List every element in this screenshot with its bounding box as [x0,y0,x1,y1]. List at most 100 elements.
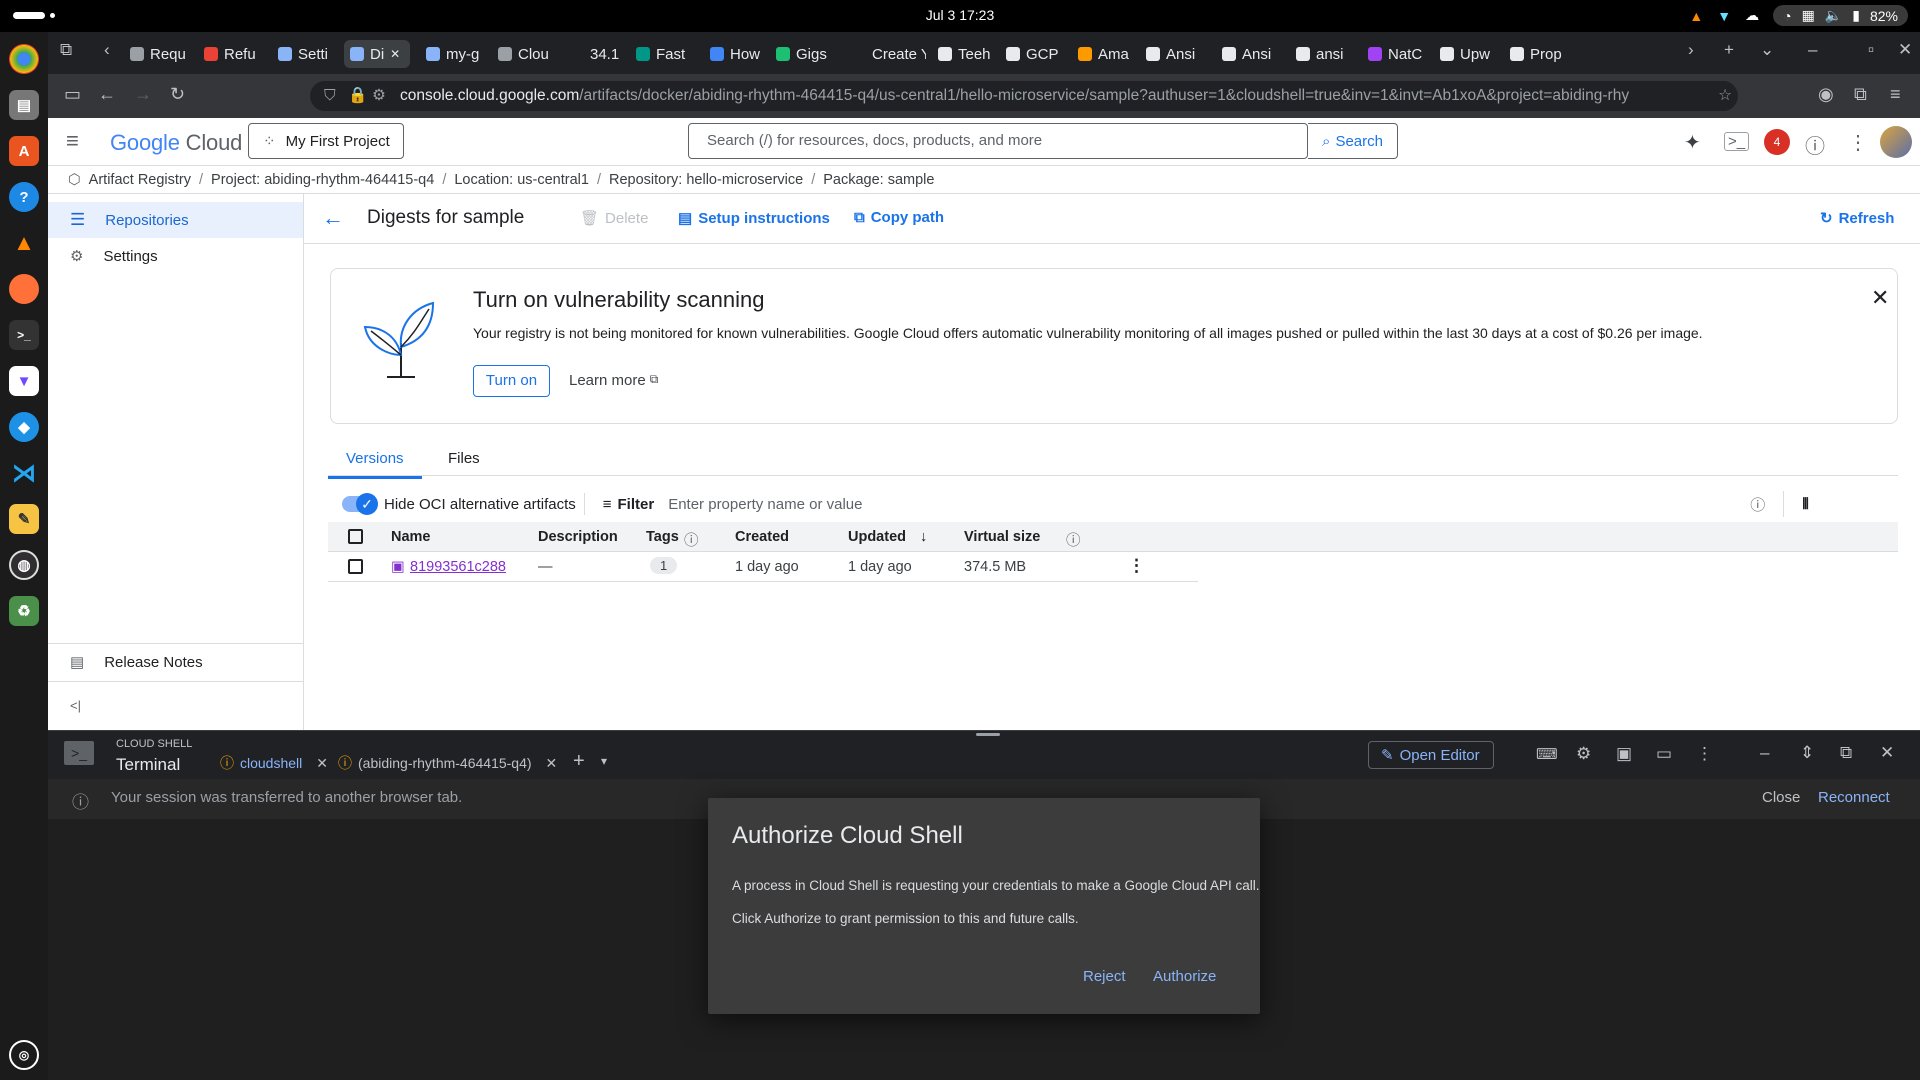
shell-tab-project[interactable]: ⓘ (abiding-rhythm-464415-q4) ✕ [338,753,557,773]
maximize-shell-icon[interactable]: ⇕ [1800,743,1814,763]
firefox-icon[interactable] [9,274,39,304]
row-actions-icon[interactable]: ⋮ [1128,556,1145,576]
open-new-window-icon[interactable]: ⧉ [1840,743,1852,763]
text-editor-icon[interactable]: ✎ [9,504,39,534]
breadcrumb-location[interactable]: Location: us-central1 [454,172,589,188]
layout-icon[interactable]: ▭ [1656,744,1672,764]
shell-tab-cloudshell[interactable]: ⓘ cloudshell ✕ [216,753,332,781]
files-icon[interactable]: ▤ [9,90,39,120]
learn-more-link[interactable]: Learn more ⧉ [569,372,658,389]
col-updated[interactable]: Updated [848,529,906,545]
keyboard-icon[interactable]: ⌨ [1536,745,1558,763]
sidebar-toggle-icon[interactable]: ▭ [64,84,81,105]
site-settings-icon[interactable]: ⚙ [372,81,386,111]
column-help-icon[interactable]: ⓘ [1750,494,1765,515]
browser-tab[interactable]: Fast [630,40,696,68]
setup-instructions-button[interactable]: ▤ Setup instructions [678,209,830,228]
tab-search-icon[interactable]: ⧉ [60,40,72,60]
col-tags[interactable]: Tags [646,529,679,545]
resize-handle[interactable] [976,733,1000,736]
hide-oci-toggle[interactable]: ✓ [342,493,378,515]
extensions-icon[interactable]: ⧉ [1854,84,1867,105]
system-clock[interactable]: Jul 3 17:23 [0,7,1920,23]
app-center-icon[interactable]: A [9,136,39,166]
vscode-icon[interactable]: ⋊ [9,458,39,488]
col-name[interactable]: Name [391,529,431,545]
tags-help-icon[interactable]: ⓘ [684,529,699,550]
authorize-button[interactable]: Authorize [1153,968,1216,985]
show-apps-icon[interactable]: ◎ [9,1040,39,1070]
minimize-shell-icon[interactable]: – [1760,743,1769,763]
close-tab-icon[interactable]: ✕ [546,755,558,772]
turn-on-button[interactable]: Turn on [473,365,550,397]
browser-tab[interactable]: Prop [1504,40,1576,68]
gemini-icon[interactable]: ✦ [1684,130,1701,155]
shell-more-icon[interactable]: ⋮ [1696,744,1713,764]
docker-tray-icon[interactable]: ☁ [1745,7,1759,24]
browser-tab[interactable]: Refu [198,40,264,68]
sidebar-item-repositories[interactable]: ☰ Repositories [48,202,303,238]
browser-tab[interactable]: ansi [1290,40,1354,68]
sidebar-item-settings[interactable]: ⚙ Settings [48,238,303,274]
main-menu-icon[interactable]: ≡ [66,128,79,154]
avatar[interactable] [1880,126,1912,158]
browser-tab[interactable]: GCP [1000,40,1064,68]
forward-icon[interactable]: → [134,84,152,105]
reject-button[interactable]: Reject [1083,968,1126,985]
browser-tab[interactable]: my-g [420,40,484,68]
google-cloud-logo[interactable]: Google Cloud [110,130,242,156]
digest-link[interactable]: 81993561c288 [410,559,506,575]
browser-tab[interactable]: How [704,40,762,68]
browser-tab[interactable]: Ansi [1140,40,1206,68]
filter-label[interactable]: Filter [618,496,655,513]
reconnect-button[interactable]: Reconnect [1818,789,1890,806]
more-options-icon[interactable]: ⋮ [1848,130,1868,155]
filter-input[interactable]: Enter property name or value [668,496,1708,513]
browser-tab[interactable]: Gigs [770,40,838,68]
proton-vpn-icon[interactable]: ▼ [9,366,39,396]
browser-tab[interactable]: Clou [492,40,556,68]
breadcrumb-project[interactable]: Project: abiding-rhythm-464415-q4 [211,172,434,188]
close-info-button[interactable]: Close [1762,789,1800,806]
minimize-window-icon[interactable]: – [1808,40,1817,60]
tab-dropdown-icon[interactable]: ▾ [601,754,607,768]
open-editor-button[interactable]: ✎ Open Editor [1368,741,1494,769]
account-icon[interactable]: ◉ [1818,84,1834,105]
vlc-tray-icon[interactable]: ▲ [1689,8,1703,24]
select-all-checkbox[interactable] [348,529,363,544]
cloud-shell-icon[interactable]: >_ [1724,132,1750,151]
browser-tab[interactable]: Setti [272,40,338,68]
bookmark-star-icon[interactable]: ☆ [1712,81,1732,111]
browser-tab[interactable]: 34.1 [564,40,622,68]
browser-tab[interactable]: NatC [1362,40,1426,68]
obs-icon[interactable]: ◍ [9,550,39,580]
column-display-icon[interactable]: ⦀ [1802,496,1809,513]
terminal-icon[interactable]: >_ [9,320,39,350]
tab-files[interactable]: Files [448,450,480,467]
close-window-icon[interactable]: ✕ [1898,40,1912,60]
browser-tab[interactable]: Di ✕ [344,40,410,68]
chrome-icon[interactable] [9,44,39,74]
back-arrow-icon[interactable]: ← [322,205,344,231]
help-icon[interactable]: ⓘ [1805,130,1825,159]
reload-icon[interactable]: ↻ [170,84,185,105]
vlc-icon[interactable]: ▲ [9,228,39,258]
notifications-badge[interactable]: 4 [1764,129,1790,155]
browser-tab[interactable]: Create Y [846,40,926,68]
search-button[interactable]: ⌕ Search [1308,123,1398,159]
tab-versions[interactable]: Versions [328,450,422,479]
proton-vpn-icon[interactable]: ▼ [1717,8,1731,24]
copy-path-button[interactable]: ⧉ Copy path [854,209,944,226]
close-tab-icon[interactable]: ✕ [390,47,400,61]
add-tab-icon[interactable]: + [573,750,585,773]
tab-list-icon[interactable]: ⌄ [1760,40,1774,60]
system-status-group[interactable]: ◔ ▦ 🔈 ▮ 82% [1773,5,1908,26]
browser-tab[interactable]: Ama [1072,40,1132,68]
close-shell-icon[interactable]: ✕ [1880,743,1894,763]
refresh-button[interactable]: ↻ Refresh [1820,209,1894,228]
col-description[interactable]: Description [538,529,618,545]
settings-icon[interactable]: ⚙ [1576,744,1591,764]
search-input[interactable]: Search (/) for resources, docs, products… [688,123,1308,159]
browser-menu-icon[interactable]: ≡ [1890,84,1901,105]
tag-count-chip[interactable]: 1 [650,557,678,574]
